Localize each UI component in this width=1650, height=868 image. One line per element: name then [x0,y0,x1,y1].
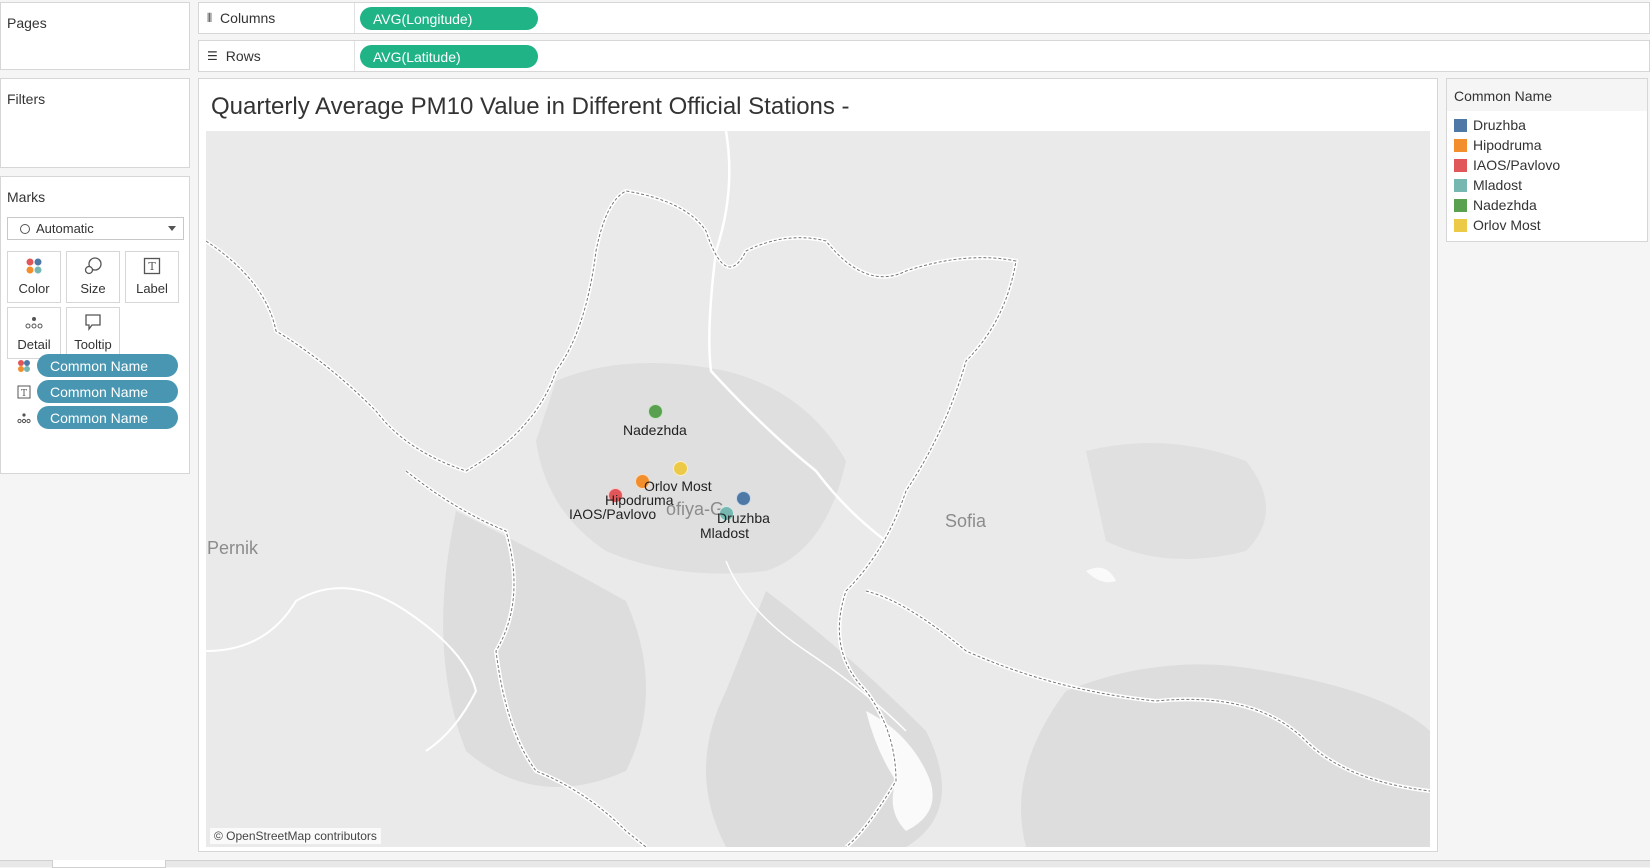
station-label-nadezhda: Nadezhda [623,422,687,438]
marks-title: Marks [7,189,46,205]
columns-icon: ⫴ [207,10,213,25]
map-background [206,131,1430,847]
worksheet-view: Quarterly Average PM10 Value in Differen… [198,78,1438,852]
station-mark-nadezhda[interactable] [648,404,663,419]
city-label-sofia: Sofia [945,511,987,531]
color-icon [18,359,30,372]
label-field-pill[interactable]: Common Name [37,380,178,403]
station-mark-orlov-most[interactable] [673,461,688,476]
city-label-sofiya: ofiya-G [666,499,725,519]
chevron-down-icon [168,226,176,231]
color-legend: Common Name Druzhba Hipodruma IAOS/Pavlo… [1446,78,1648,242]
tooltip-button-label: Tooltip [74,337,112,352]
label-pill-row: T Common Name [15,380,178,403]
mark-type-dropdown[interactable]: Automatic [7,217,184,240]
svg-text:T: T [148,260,156,273]
latitude-pill[interactable]: AVG(Latitude) [360,45,538,68]
station-label-mladost: Mladost [700,525,750,541]
legend-swatch [1454,198,1467,212]
legend-item-druzhba[interactable]: Druzhba [1454,117,1526,133]
filters-card[interactable]: Filters [0,78,190,168]
longitude-pill[interactable]: AVG(Longitude) [360,7,538,30]
mark-type-value: Automatic [36,221,94,236]
label-icon: T [17,385,31,399]
detail-pill-row: Common Name [15,406,178,429]
detail-icon [17,412,31,423]
svg-text:T: T [21,389,27,399]
size-button-label: Size [80,281,106,296]
legend-item-hipodruma[interactable]: Hipodruma [1454,137,1541,153]
map-view[interactable]: Sofia Pernik ofiya-G Nadezhda Orlov Most… [206,131,1430,847]
legend-item-nadezhda[interactable]: Nadezhda [1454,197,1537,213]
label-icon: T [143,257,161,275]
color-button-label: Color [18,281,50,296]
sheet-title: Quarterly Average PM10 Value in Differen… [211,93,850,120]
color-icon [26,258,42,274]
detail-button[interactable]: Detail [7,307,61,359]
rows-shelf[interactable]: ☰ Rows AVG(Latitude) [198,40,1650,72]
label-button-label: Label [136,281,168,296]
pages-card[interactable]: Pages [0,2,190,70]
rows-icon: ☰ [207,49,218,63]
station-label-iaos-pavlovo: IAOS/Pavlovo [569,506,657,522]
size-button[interactable]: Size [66,251,120,303]
color-button[interactable]: Color [7,251,61,303]
color-pill-row: Common Name [15,354,178,377]
detail-button-label: Detail [17,337,51,352]
legend-swatch [1454,178,1467,192]
sheet-tab-strip [0,860,1650,868]
legend-swatch [1454,118,1467,132]
circle-mark-icon [20,223,30,234]
columns-shelf-label: ⫴ Columns [207,10,276,26]
legend-swatch [1454,158,1467,172]
pages-title: Pages [7,15,47,31]
marks-card: Marks Automatic Color Size T Label Detai… [0,176,190,474]
legend-title: Common Name [1447,79,1647,111]
tooltip-button[interactable]: Tooltip [66,307,120,359]
legend-item-mladost[interactable]: Mladost [1454,177,1522,193]
size-icon [84,257,102,275]
detail-icon [25,317,43,329]
detail-field-pill[interactable]: Common Name [37,406,178,429]
legend-swatch [1454,218,1467,232]
legend-swatch [1454,138,1467,152]
station-label-druzhba: Druzhba [717,510,770,526]
city-label-pernik: Pernik [207,538,259,558]
rows-shelf-label: ☰ Rows [207,48,261,64]
legend-item-iaos-pavlovo[interactable]: IAOS/Pavlovo [1454,157,1560,173]
legend-item-orlov-most[interactable]: Orlov Most [1454,217,1541,233]
map-attribution[interactable]: © OpenStreetMap contributors [210,828,381,844]
label-button[interactable]: T Label [125,251,179,303]
tooltip-icon [85,314,101,331]
filters-title: Filters [7,91,46,107]
columns-shelf[interactable]: ⫴ Columns AVG(Longitude) [198,2,1650,34]
color-field-pill[interactable]: Common Name [37,354,178,377]
station-mark-druzhba[interactable] [736,491,751,506]
